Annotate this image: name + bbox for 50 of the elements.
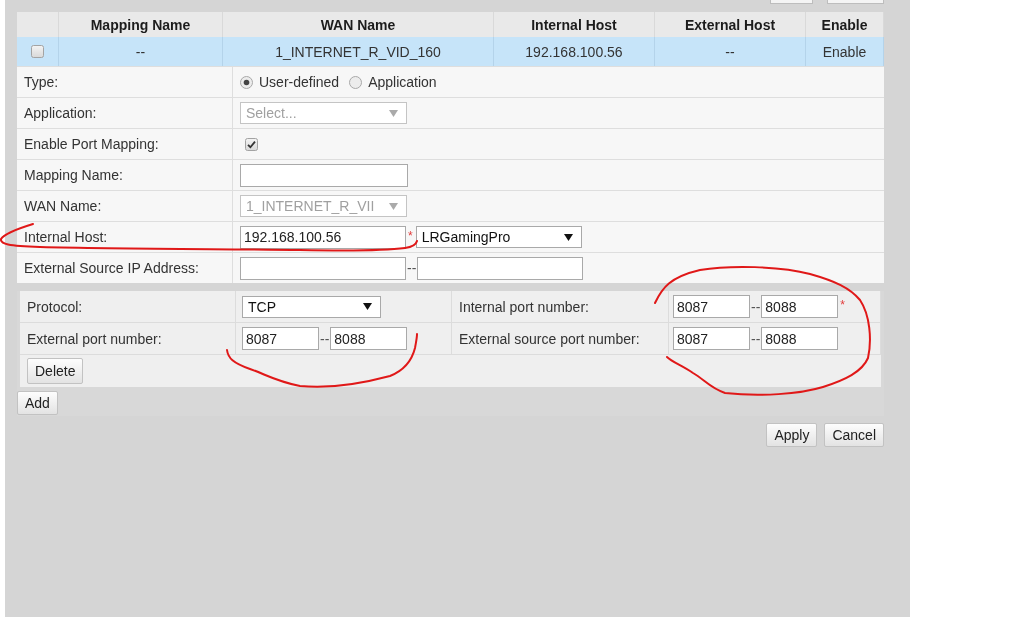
radio-label: User-defined xyxy=(259,74,340,90)
checkbox[interactable] xyxy=(31,45,44,58)
field-label: Enable Port Mapping: xyxy=(24,136,159,152)
radio-button[interactable] xyxy=(240,75,253,89)
checkbox[interactable] xyxy=(245,137,258,151)
field-label: Internal Host: xyxy=(24,229,108,245)
column-header: External Host xyxy=(655,12,806,37)
required-mark: * xyxy=(407,229,414,243)
caret-icon xyxy=(389,109,398,117)
action-button[interactable]: Cancel xyxy=(824,423,884,447)
field-label: External port number: xyxy=(27,330,162,347)
range-separator: -- xyxy=(750,331,762,346)
field-label: Internal port number: xyxy=(459,298,589,315)
field-label: External Source IP Address: xyxy=(24,260,199,276)
table-row[interactable]: -- 1_INTERNET_R_VID_160 192.168.100.56 -- Enable xyxy=(17,37,884,66)
caret-icon xyxy=(389,202,398,210)
column-header: Enable xyxy=(806,12,884,37)
column-header: Internal Host xyxy=(494,12,655,37)
input-field[interactable]: 8088 xyxy=(761,295,839,318)
field-label: Protocol: xyxy=(27,298,83,315)
action-button[interactable]: Apply xyxy=(766,423,818,447)
column-header: Mapping Name xyxy=(59,12,223,37)
input-field[interactable]: 8087 xyxy=(673,327,750,350)
required-mark: * xyxy=(839,298,846,312)
field-label: WAN Name: xyxy=(24,198,102,214)
radio-label: Application xyxy=(368,74,437,90)
header-cell xyxy=(17,12,59,37)
input-field[interactable]: 8087 xyxy=(673,295,750,318)
input-field[interactable] xyxy=(240,256,406,280)
select-dropdown[interactable]: TCP xyxy=(242,295,381,318)
caret-icon xyxy=(363,303,372,310)
input-field[interactable]: 8088 xyxy=(330,327,408,350)
field-label: Application: xyxy=(24,105,97,121)
field-label: Mapping Name: xyxy=(24,167,123,183)
delete-button[interactable]: Delete xyxy=(27,358,84,384)
input-field[interactable] xyxy=(240,163,408,187)
range-separator: -- xyxy=(750,299,762,314)
range-separator: -- xyxy=(406,261,418,275)
range-separator: -- xyxy=(319,331,331,346)
input-field[interactable] xyxy=(417,256,584,280)
field-label: External source port number: xyxy=(459,330,640,347)
input-field[interactable]: 8087 xyxy=(242,327,319,350)
add-button[interactable]: Add xyxy=(17,391,58,415)
select-dropdown[interactable]: LRGamingPro xyxy=(415,226,582,248)
input-field[interactable]: 192.168.100.56 xyxy=(240,225,406,249)
column-header: WAN Name xyxy=(223,12,494,37)
caret-icon xyxy=(563,233,573,241)
field-label: Type: xyxy=(24,74,59,90)
radio-button[interactable] xyxy=(349,75,363,89)
input-field[interactable]: 8088 xyxy=(761,327,839,350)
